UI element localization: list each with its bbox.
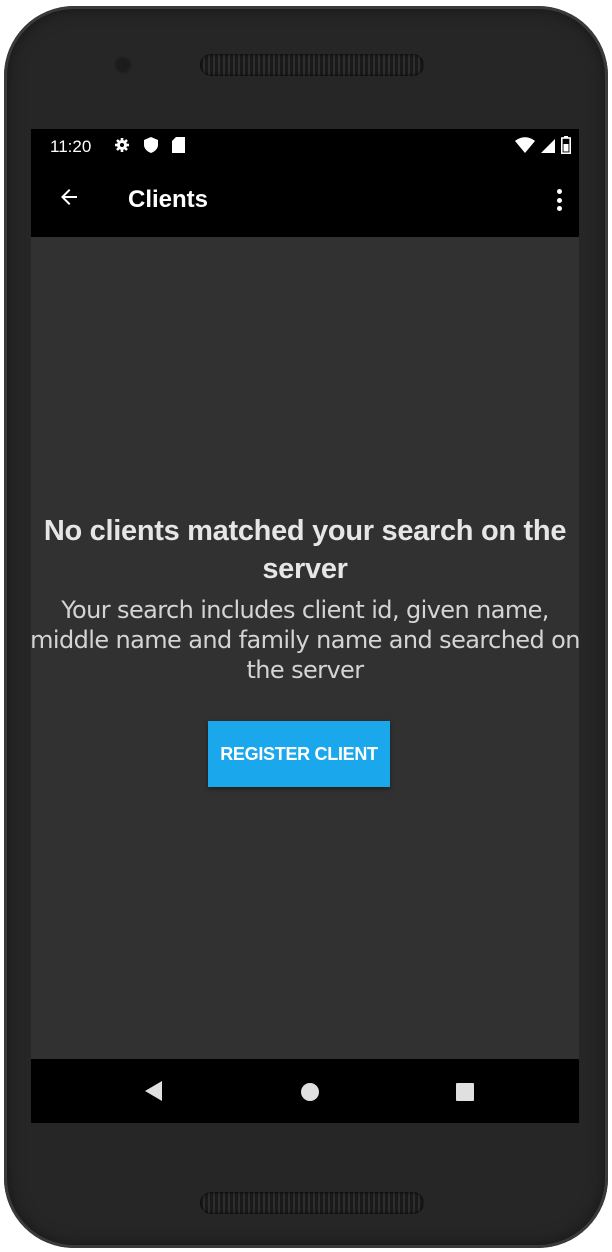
- page-title: Clients: [128, 186, 209, 213]
- signal-icon: [541, 137, 555, 158]
- more-vertical-icon-dot: [556, 197, 562, 203]
- arrow-left-icon: [57, 185, 81, 214]
- gear-icon: [114, 137, 130, 158]
- system-nav-bar: [31, 1059, 579, 1123]
- status-icons-right: [515, 136, 571, 159]
- front-camera: [116, 58, 130, 72]
- battery-icon: [561, 136, 571, 159]
- nav-home-icon[interactable]: [301, 1083, 319, 1101]
- back-button[interactable]: [55, 185, 83, 213]
- nav-recents-icon[interactable]: [456, 1083, 474, 1101]
- register-client-button[interactable]: REGISTER CLIENT: [208, 721, 390, 787]
- status-bar: 11:20: [31, 129, 579, 165]
- status-time: 11:20: [50, 137, 92, 156]
- shield-icon: [144, 137, 158, 158]
- more-vertical-icon-dot: [556, 206, 562, 211]
- sd-card-icon: [172, 137, 185, 158]
- top-speaker-grille: [200, 54, 424, 76]
- overflow-menu-button[interactable]: [551, 185, 567, 215]
- bottom-speaker-grille: [200, 1192, 424, 1214]
- device-screen: 11:20 Clients No clients matched your se…: [31, 129, 579, 1123]
- app-toolbar: Clients: [31, 165, 579, 237]
- more-vertical-icon: [556, 189, 562, 194]
- content-area: No clients matched your search on the se…: [31, 237, 579, 1059]
- nav-back-icon[interactable]: [145, 1081, 162, 1101]
- empty-state-title: No clients matched your search on the se…: [43, 515, 567, 585]
- status-icons-left: [114, 137, 185, 158]
- empty-state-subtitle: Your search includes client id, given na…: [31, 596, 579, 684]
- wifi-icon: [515, 137, 535, 158]
